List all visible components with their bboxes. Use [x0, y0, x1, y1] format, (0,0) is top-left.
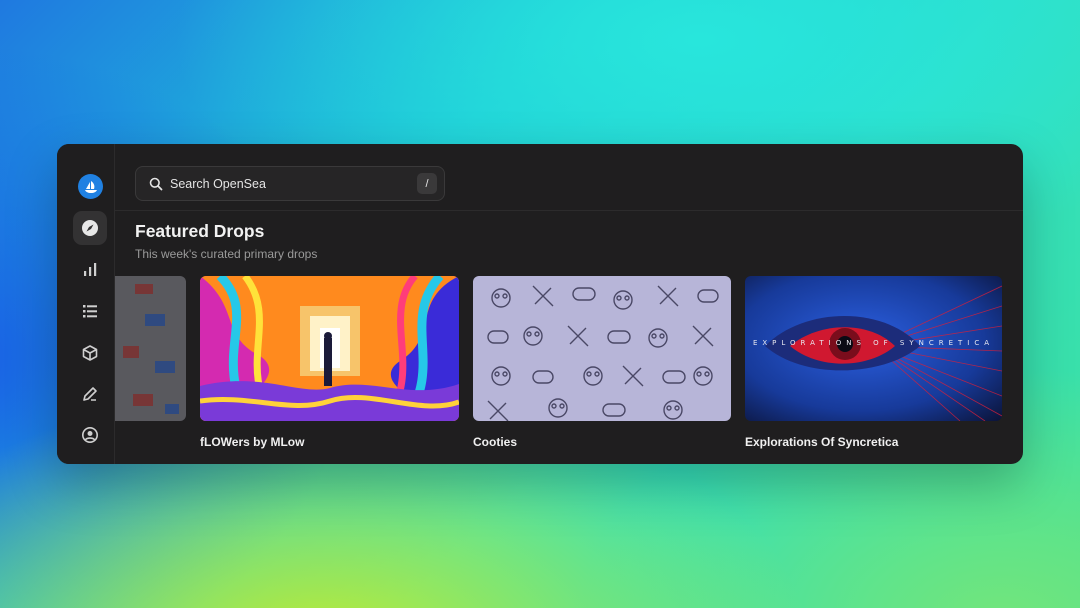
sidebar-item-create[interactable]	[73, 377, 107, 411]
bar-chart-icon	[84, 263, 97, 276]
drop-card-cooties-image[interactable]	[473, 276, 731, 421]
search-placeholder: Search OpenSea	[170, 176, 266, 191]
drop-card-flowers-image[interactable]	[200, 276, 459, 421]
drop-card-flowers-name[interactable]: fLOWers by MLow	[200, 435, 304, 449]
pen-icon	[83, 387, 97, 401]
sidebar-item-collections[interactable]	[73, 336, 107, 370]
compass-icon	[82, 220, 98, 236]
drop-card-cooties-name[interactable]: Cooties	[473, 435, 517, 449]
section-subtitle: This week's curated primary drops	[135, 247, 318, 261]
sidebar-item-explore[interactable]	[73, 211, 107, 245]
drop-card-syncretica-overlay-text: EXPLORATIONS OF SYNCRETICA	[752, 339, 995, 347]
app-window: Search OpenSea / Featured Drops This wee…	[57, 144, 1023, 464]
section-title: Featured Drops	[135, 221, 265, 241]
search-input[interactable]: Search OpenSea /	[135, 166, 445, 201]
cube-icon	[82, 345, 98, 361]
drop-card-previous[interactable]	[115, 276, 186, 421]
top-bar: Search OpenSea /	[115, 144, 1023, 211]
search-icon	[149, 177, 163, 190]
sidebar-item-profile[interactable]	[73, 418, 107, 452]
sidebar-item-stats[interactable]	[73, 253, 107, 287]
drop-card-syncretica-image[interactable]: EXPLORATIONS OF SYNCRETICA	[745, 276, 1002, 421]
sidebar-item-activity[interactable]	[73, 294, 107, 328]
list-icon	[83, 305, 97, 318]
search-shortcut-key: /	[417, 173, 437, 194]
sidebar	[57, 144, 115, 464]
user-icon	[82, 427, 98, 443]
drop-card-syncretica-name[interactable]: Explorations Of Syncretica	[745, 435, 898, 449]
opensea-logo-icon[interactable]	[78, 174, 103, 199]
